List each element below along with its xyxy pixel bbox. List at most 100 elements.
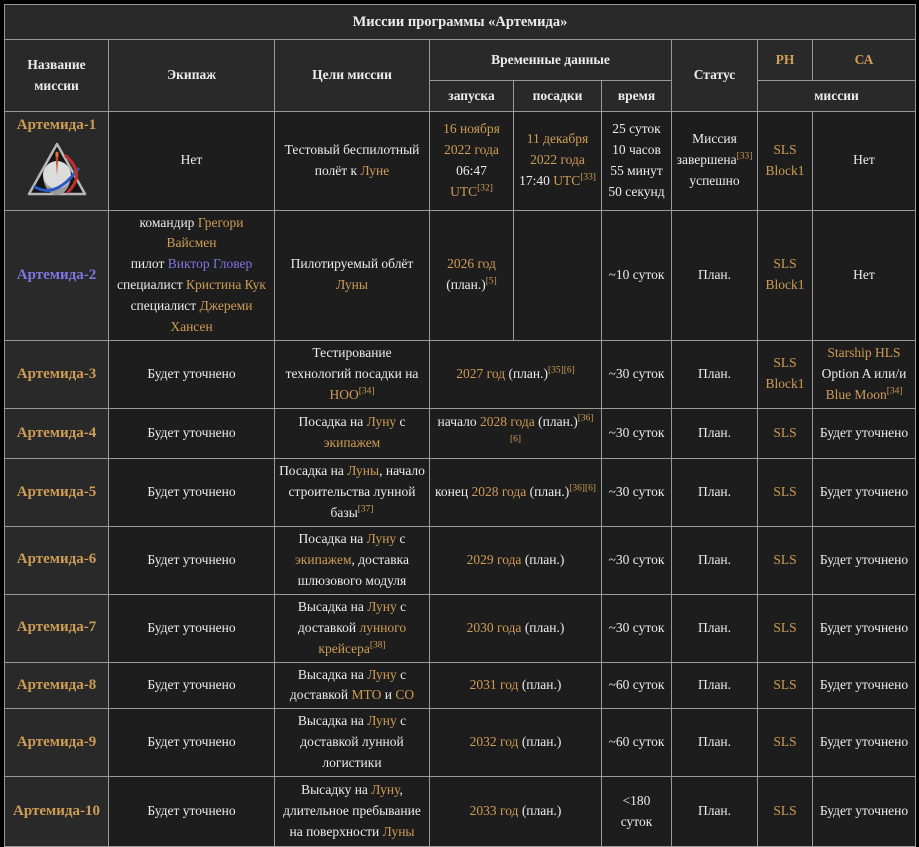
footnote-ref[interactable]: [34] [359, 386, 375, 396]
rocket-cell: SLS [757, 525, 813, 595]
text-span: Будет уточнено [819, 619, 909, 635]
text-span: Посадка на [279, 462, 348, 478]
wiki-link[interactable]: экипажем [324, 435, 380, 450]
wiki-link[interactable]: SLS [773, 620, 796, 635]
text-span: 17:40 [519, 173, 554, 189]
wiki-link[interactable]: Артемида-2 [17, 267, 96, 283]
wiki-link[interactable]: 2030 года [467, 620, 522, 635]
lander-cell: Будет уточнено [812, 407, 916, 459]
col-header-launch: запуска [429, 80, 514, 112]
crew-cell: Будет уточнено [108, 457, 275, 527]
text-span: Нет [180, 152, 203, 168]
wiki-link[interactable]: Артемида-10 [13, 803, 100, 819]
wiki-link[interactable]: Starship HLS [827, 345, 900, 360]
launch-cell: 2033 год (план.) [429, 776, 602, 847]
wiki-link[interactable]: 2028 года [480, 414, 535, 429]
wiki-link[interactable]: Кристина Кук [186, 277, 266, 292]
text-span: План. [697, 677, 732, 693]
text-span: (план.) [526, 483, 570, 499]
wiki-link[interactable]: SLS [773, 803, 796, 818]
wiki-link[interactable]: SLS Block1 [766, 256, 805, 292]
footnote-ref[interactable]: [34] [887, 386, 903, 396]
wiki-link[interactable]: Виктор Гловер [168, 256, 253, 271]
wiki-link[interactable]: SLS [773, 484, 796, 499]
wiki-link[interactable]: SLS Block1 [766, 142, 805, 178]
text-span: (план.) [521, 551, 565, 567]
wiki-link[interactable]: НОО [330, 387, 359, 402]
wiki-link[interactable]: Артемида-3 [17, 366, 96, 382]
wiki-link[interactable]: SLS [773, 552, 796, 567]
crew-cell: Будет уточнено [108, 708, 275, 778]
text-span: командир [139, 214, 198, 230]
mission-row: Артемида-9 Будет уточнено Высадка на Луну … [4, 708, 916, 778]
lander-cell: Будет уточнено [812, 457, 916, 527]
mission-name-cell: Артемида-3 [4, 340, 109, 409]
wiki-link[interactable]: Артемида-9 [17, 734, 96, 750]
wiki-link[interactable]: Луну [367, 599, 397, 614]
lander-header-link[interactable]: СА [855, 52, 874, 67]
wiki-link[interactable]: Blue Moon [826, 387, 887, 402]
rocket-header-link[interactable]: РН [776, 52, 795, 67]
footnote-ref[interactable]: [32] [477, 183, 493, 193]
wiki-link[interactable]: Артемида-8 [17, 677, 96, 693]
wiki-link[interactable]: 11 декабря 2022 года [527, 131, 588, 167]
wiki-link[interactable]: 2032 год [470, 734, 519, 749]
wiki-link[interactable]: UTC [450, 184, 477, 199]
footnote-ref[interactable]: [37] [358, 504, 374, 514]
wiki-link[interactable]: SLS [773, 425, 796, 440]
wiki-link[interactable]: Луну [367, 667, 397, 682]
text-span: План. [697, 734, 732, 750]
wiki-link[interactable]: 2029 года [467, 552, 522, 567]
text-span: Тестовый беспилотный полёт к [284, 141, 420, 178]
duration-cell: ~10 суток [601, 209, 672, 342]
wiki-link[interactable]: МТО [352, 687, 382, 702]
footnote-ref[interactable]: [33] [580, 173, 596, 183]
footnote-ref[interactable]: [36][6] [569, 483, 596, 493]
wiki-link[interactable]: Луну [367, 713, 397, 728]
text-span: Нет [853, 152, 875, 168]
wiki-link[interactable]: Луны [383, 824, 415, 839]
wiki-link[interactable]: экипажем [295, 552, 351, 567]
footnote-ref[interactable]: [33] [737, 152, 753, 162]
wiki-link[interactable]: СО [395, 687, 414, 702]
wiki-link[interactable]: SLS Block1 [766, 355, 805, 391]
wiki-link[interactable]: Луны [336, 277, 368, 292]
text-span: ~30 суток [608, 365, 665, 381]
wiki-link[interactable]: Луны [347, 463, 379, 478]
footnote-ref[interactable]: [35][6] [548, 365, 575, 375]
text-span: Будет уточнено [819, 424, 909, 440]
wiki-link[interactable]: 2026 год [447, 256, 496, 271]
goals-cell: Посадка на Луны, начало строительства лу… [274, 457, 430, 527]
footnote-ref[interactable]: [5] [486, 277, 497, 287]
wiki-link[interactable]: Луне [360, 163, 389, 178]
col-header-missions: миссии [757, 80, 916, 112]
wiki-link[interactable]: SLS [773, 734, 796, 749]
status-cell: План. [671, 340, 758, 409]
wiki-link[interactable]: 2031 год [470, 677, 519, 692]
wiki-link[interactable]: Луну [367, 531, 397, 546]
artemis-missions-table: Миссии программы «Артемида» Название мис… [4, 4, 916, 847]
wiki-link[interactable]: Артемида-6 [17, 551, 96, 567]
wiki-link[interactable]: Артемида-7 [17, 619, 96, 635]
goals-cell: Тестовый беспилотный полёт к Луне [274, 111, 430, 211]
wiki-link[interactable]: Луну [371, 782, 399, 797]
footnote-ref[interactable]: [38] [370, 640, 386, 650]
wiki-link[interactable]: Артемида-4 [17, 425, 96, 441]
status-cell: План. [671, 661, 758, 710]
wiki-link[interactable]: 2027 год [456, 366, 505, 381]
wiki-link[interactable]: SLS [773, 677, 796, 692]
wiki-link[interactable]: Артемида-5 [17, 484, 96, 500]
wiki-link[interactable]: 2028 года [471, 484, 526, 499]
mission-row: Артемида-8 Будет уточнено Высадка на Луну … [4, 661, 916, 710]
wiki-link[interactable]: UTC [553, 173, 580, 188]
wiki-link[interactable]: 2033 год [470, 803, 519, 818]
rocket-cell: SLS Block1 [757, 340, 813, 409]
duration-cell: ~60 суток [601, 661, 672, 710]
mission-row: Артемида-7 Будет уточнено Высадка на Луну … [4, 593, 916, 663]
wiki-link[interactable]: Луну [367, 414, 397, 429]
mission-name-cell: Артемида-9 [4, 708, 109, 778]
wiki-link[interactable]: Артемида-1 [17, 117, 96, 133]
mission-name-cell: Артемида-8 [4, 661, 109, 710]
launch-cell: 16 ноября 2022 года 06:47 UTC[32] [429, 111, 514, 211]
wiki-link[interactable]: 16 ноября 2022 года [443, 121, 500, 157]
